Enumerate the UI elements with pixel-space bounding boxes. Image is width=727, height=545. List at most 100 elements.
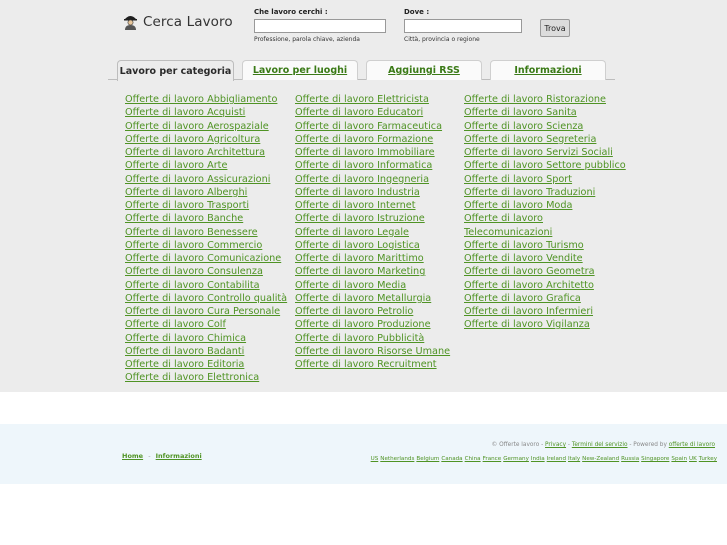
country-link[interactable]: Netherlands — [380, 456, 414, 462]
what-input[interactable] — [254, 19, 386, 33]
logo-text: Cerca Lavoro — [143, 13, 233, 30]
category-link[interactable]: Offerte di lavoro Trasporti — [125, 199, 287, 212]
category-link[interactable]: Offerte di lavoro Banche — [125, 212, 287, 225]
country-link[interactable]: Russia — [621, 456, 639, 462]
category-link[interactable]: Offerte di lavoro Assicurazioni — [125, 173, 287, 186]
country-link[interactable]: Singapore — [641, 456, 669, 462]
category-link[interactable]: Offerte di lavoro Telecomunicazioni — [464, 212, 564, 239]
category-link[interactable]: Offerte di lavoro Chimica — [125, 332, 287, 345]
category-link[interactable]: Offerte di lavoro Badanti — [125, 345, 287, 358]
country-link[interactable]: Canada — [441, 456, 462, 462]
category-link[interactable]: Offerte di lavoro Immobiliare — [295, 146, 450, 159]
powered-link[interactable]: offerte di lavoro — [669, 442, 715, 448]
category-link[interactable]: Offerte di lavoro Metallurgia — [295, 292, 450, 305]
country-link[interactable]: France — [483, 456, 502, 462]
category-link[interactable]: Offerte di lavoro Industria — [295, 186, 450, 199]
category-link[interactable]: Offerte di lavoro Alberghi — [125, 186, 287, 199]
terms-link[interactable]: Termini del servizio — [572, 442, 628, 448]
category-link[interactable]: Offerte di lavoro Elettricista — [295, 93, 450, 106]
footer-info-link[interactable]: Informazioni — [156, 452, 202, 460]
category-link[interactable]: Offerte di lavoro Marittimo — [295, 252, 450, 265]
country-link[interactable]: US — [371, 456, 379, 462]
category-link[interactable]: Offerte di lavoro Comunicazione — [125, 252, 287, 265]
footer-home-link[interactable]: Home — [122, 452, 143, 460]
category-link[interactable]: Offerte di lavoro Infermieri — [464, 305, 626, 318]
category-link[interactable]: Offerte di lavoro Abbigliamento — [125, 93, 287, 106]
tab-informazioni[interactable]: Informazioni — [490, 60, 606, 80]
category-link[interactable]: Offerte di lavoro Pubblicità — [295, 332, 450, 345]
category-link[interactable]: Offerte di lavoro Arte — [125, 159, 287, 172]
category-link[interactable]: Offerte di lavoro Servizi Sociali — [464, 146, 626, 159]
category-link[interactable]: Offerte di lavoro Agricoltura — [125, 133, 287, 146]
category-link[interactable]: Offerte di lavoro Educatori — [295, 106, 450, 119]
category-link[interactable]: Offerte di lavoro Legale — [295, 226, 450, 239]
category-link[interactable]: Offerte di lavoro Benessere — [125, 226, 287, 239]
tab-lavoro-per-luoghi[interactable]: Lavoro per luoghi — [242, 60, 358, 80]
category-link[interactable]: Offerte di lavoro Istruzione — [295, 212, 450, 225]
footer-separator: - — [148, 452, 151, 460]
category-link[interactable]: Offerte di lavoro Controllo qualità — [125, 292, 287, 305]
footer: Home - Informazioni © Offerte lavoro - P… — [0, 424, 727, 484]
category-link[interactable]: Offerte di lavoro Vigilanza — [464, 318, 626, 331]
category-link[interactable]: Offerte di lavoro Ristorazione — [464, 93, 626, 106]
country-link[interactable]: China — [465, 456, 481, 462]
country-link[interactable]: Germany — [503, 456, 529, 462]
category-link[interactable]: Offerte di lavoro Marketing — [295, 265, 450, 278]
category-link[interactable]: Offerte di lavoro Elettronica — [125, 371, 287, 384]
what-hint: Professione, parola chiave, azienda — [254, 36, 360, 43]
category-link[interactable]: Offerte di lavoro Grafica — [464, 292, 626, 305]
category-link[interactable]: Offerte di lavoro Sanita — [464, 106, 626, 119]
category-link[interactable]: Offerte di lavoro Acquisti — [125, 106, 287, 119]
country-link[interactable]: Turkey — [699, 456, 717, 462]
copyright-text: © Offerte lavoro - — [491, 442, 544, 448]
category-link[interactable]: Offerte di lavoro Contabilita — [125, 279, 287, 292]
category-link[interactable]: Offerte di lavoro Architetto — [464, 279, 626, 292]
category-link[interactable]: Offerte di lavoro Traduzioni — [464, 186, 626, 199]
category-column-2: Offerte di lavoro Elettricista Offerte di… — [295, 93, 450, 371]
category-column-1: Offerte di lavoro Abbigliamento Offerte d… — [125, 93, 287, 385]
category-link[interactable]: Offerte di lavoro Consulenza — [125, 265, 287, 278]
category-link[interactable]: Offerte di lavoro Settore pubblico — [464, 159, 626, 172]
country-link[interactable]: New-Zealand — [582, 456, 619, 462]
category-link[interactable]: Offerte di lavoro Risorse Umane — [295, 345, 450, 358]
country-link[interactable]: UK — [689, 456, 697, 462]
country-link[interactable]: Belgium — [416, 456, 439, 462]
category-link[interactable]: Offerte di lavoro Editoria — [125, 358, 287, 371]
category-column-3: Offerte di lavoro Ristorazione Offerte di… — [464, 93, 626, 332]
tab-aggiungi-rss[interactable]: Aggiungi RSS — [366, 60, 482, 80]
where-label: Dove : — [404, 8, 430, 16]
where-input[interactable] — [404, 19, 522, 33]
category-link[interactable]: Offerte di lavoro Vendite — [464, 252, 626, 265]
footer-separator: - — [567, 442, 570, 448]
category-link[interactable]: Offerte di lavoro Aerospaziale — [125, 120, 287, 133]
category-link[interactable]: Offerte di lavoro Internet — [295, 199, 450, 212]
category-link[interactable]: Offerte di lavoro Turismo — [464, 239, 626, 252]
category-link[interactable]: Offerte di lavoro Commercio — [125, 239, 287, 252]
category-link[interactable]: Offerte di lavoro Moda — [464, 199, 626, 212]
category-link[interactable]: Offerte di lavoro Scienza — [464, 120, 626, 133]
country-link[interactable]: Ireland — [547, 456, 566, 462]
category-link[interactable]: Offerte di lavoro Informatica — [295, 159, 450, 172]
country-link[interactable]: India — [531, 456, 545, 462]
category-link[interactable]: Offerte di lavoro Architettura — [125, 146, 287, 159]
category-link[interactable]: Offerte di lavoro Segreteria — [464, 133, 626, 146]
logo[interactable]: Cerca Lavoro — [122, 13, 233, 30]
category-link[interactable]: Offerte di lavoro Petrolio — [295, 305, 450, 318]
worker-icon — [124, 16, 137, 30]
category-link[interactable]: Offerte di lavoro Cura Personale — [125, 305, 287, 318]
country-link[interactable]: Spain — [671, 456, 687, 462]
category-link[interactable]: Offerte di lavoro Sport — [464, 173, 626, 186]
category-link[interactable]: Offerte di lavoro Logistica — [295, 239, 450, 252]
category-link[interactable]: Offerte di lavoro Formazione — [295, 133, 450, 146]
category-link[interactable]: Offerte di lavoro Produzione — [295, 318, 450, 331]
category-link[interactable]: Offerte di lavoro Farmaceutica — [295, 120, 450, 133]
privacy-link[interactable]: Privacy — [545, 442, 566, 448]
category-link[interactable]: Offerte di lavoro Media — [295, 279, 450, 292]
category-link[interactable]: Offerte di lavoro Geometra — [464, 265, 626, 278]
tab-lavoro-per-categoria[interactable]: Lavoro per categoria — [117, 60, 234, 81]
category-link[interactable]: Offerte di lavoro Recruitment — [295, 358, 450, 371]
category-link[interactable]: Offerte di lavoro Ingegneria — [295, 173, 450, 186]
category-link[interactable]: Offerte di lavoro Colf — [125, 318, 287, 331]
country-link[interactable]: Italy — [568, 456, 580, 462]
search-button[interactable]: Trova — [540, 19, 570, 37]
